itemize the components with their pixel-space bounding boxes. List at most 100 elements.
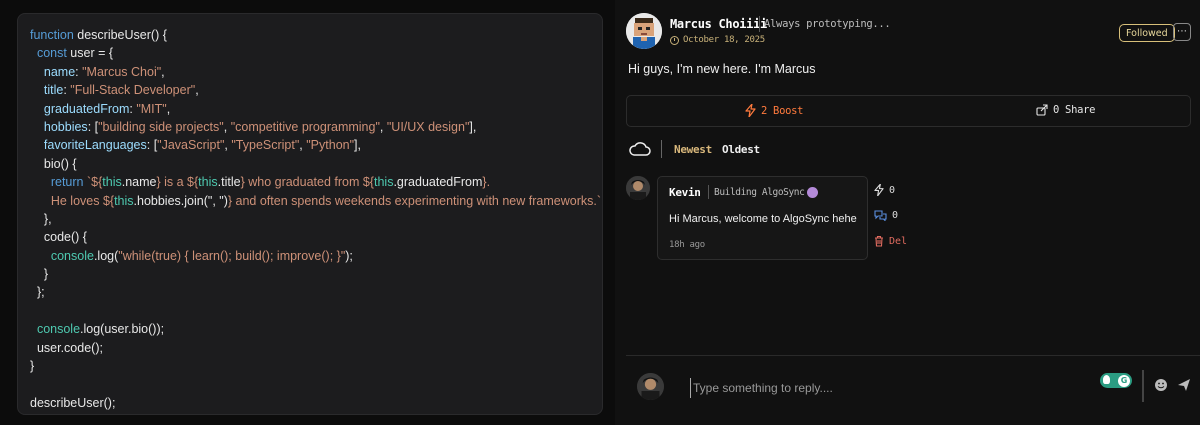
code-token: "UI/UX design" bbox=[386, 119, 470, 134]
post-author-tagline: Always prototyping... bbox=[764, 18, 891, 30]
more-options-button[interactable]: ⋯ bbox=[1173, 23, 1191, 41]
code-token: user.code(); bbox=[30, 340, 103, 355]
comment-card: Kevin Building AlgoSync Hi Marcus, welco… bbox=[657, 176, 868, 260]
share-button[interactable]: 0 Share bbox=[1036, 104, 1095, 116]
code-line: name: "Marcus Choi", bbox=[30, 63, 590, 81]
code-line: title: "Full-Stack Developer", bbox=[30, 81, 590, 99]
code-token: hobbies bbox=[30, 119, 88, 134]
post-date: October 18, 2025 bbox=[670, 35, 765, 45]
code-token: "MIT" bbox=[136, 101, 167, 116]
code-line: He loves ${this.hobbies.join(", ")} and … bbox=[30, 192, 602, 210]
code-token: ); bbox=[345, 248, 353, 263]
lightbulb-icon bbox=[1103, 375, 1110, 384]
user-photo-icon bbox=[637, 373, 664, 400]
code-token: title bbox=[30, 83, 64, 98]
code-line: }; bbox=[30, 283, 590, 301]
code-token: ], bbox=[469, 119, 477, 134]
reply-divider-vertical bbox=[1142, 370, 1144, 402]
code-token: this bbox=[198, 175, 218, 190]
code-token: "JavaScript" bbox=[157, 138, 225, 153]
code-token: } is a ${ bbox=[156, 175, 199, 190]
code-token: () { bbox=[71, 230, 87, 245]
code-line: favoriteLanguages: ["JavaScript", "TypeS… bbox=[30, 136, 590, 154]
grammarly-badge[interactable]: G bbox=[1100, 373, 1132, 388]
comment-tagline-text: Building AlgoSync bbox=[714, 187, 805, 198]
current-user-avatar[interactable] bbox=[637, 373, 664, 400]
emoji-picker-icon[interactable] bbox=[1154, 378, 1168, 392]
code-token: describeUser bbox=[77, 28, 151, 42]
comment-time: 18h ago bbox=[669, 240, 705, 250]
trash-icon bbox=[875, 235, 883, 247]
share-label: 0 Share bbox=[1053, 104, 1096, 116]
comment-author-avatar[interactable] bbox=[626, 176, 650, 200]
code-token: user = { bbox=[70, 46, 114, 61]
comment-boost-button[interactable]: 0 bbox=[874, 184, 895, 196]
share-icon bbox=[1036, 104, 1048, 116]
comment-author-tagline: Building AlgoSync bbox=[714, 187, 819, 198]
sort-newest-tab[interactable]: Newest bbox=[674, 143, 712, 156]
comment-author-name[interactable]: Kevin bbox=[669, 186, 701, 199]
author-divider bbox=[759, 16, 760, 32]
code-token: "building side projects" bbox=[98, 119, 224, 134]
code-token: () { bbox=[150, 28, 167, 42]
sort-oldest-tab[interactable]: Oldest bbox=[722, 143, 760, 156]
post-author-name[interactable]: Marcus Choiiii bbox=[670, 17, 767, 31]
code-token: code bbox=[30, 230, 71, 245]
reply-divider bbox=[626, 355, 1200, 356]
code-token: "Full-Stack Developer" bbox=[70, 83, 196, 98]
code-token: , bbox=[379, 119, 387, 134]
code-token: , bbox=[223, 119, 231, 134]
code-token: .title bbox=[217, 175, 241, 190]
followed-button[interactable]: Followed bbox=[1119, 24, 1175, 42]
code-token: graduatedFrom bbox=[30, 101, 130, 116]
code-block: function describeUser() { const user = {… bbox=[17, 13, 603, 415]
clock-icon bbox=[670, 35, 679, 45]
comment-boost-count: 0 bbox=[889, 184, 896, 196]
code-area: function describeUser() { const user = {… bbox=[0, 0, 615, 425]
lightning-icon bbox=[874, 184, 884, 196]
cloud-icon[interactable] bbox=[629, 141, 651, 157]
code-token: : [ bbox=[87, 119, 99, 134]
code-token: this bbox=[102, 175, 122, 190]
code-token: return bbox=[30, 175, 87, 190]
boost-label: 2 Boost bbox=[761, 104, 804, 117]
sort-divider bbox=[661, 140, 662, 158]
post-action-bar: 2 Boost 0 Share bbox=[626, 95, 1191, 127]
code-line: console.log(user.bio()); bbox=[30, 320, 590, 338]
boost-button[interactable]: 2 Boost bbox=[745, 104, 803, 117]
code-token: .name bbox=[121, 175, 157, 190]
code-token: } and often spends weekends experimentin… bbox=[227, 193, 601, 208]
code-token: console bbox=[30, 248, 94, 263]
code-token: }. bbox=[482, 175, 491, 190]
emoji-icon bbox=[807, 187, 819, 198]
code-line: }, bbox=[30, 210, 590, 228]
code-token: bio bbox=[30, 156, 61, 171]
reply-input[interactable] bbox=[690, 378, 1105, 398]
code-token: name bbox=[30, 64, 76, 79]
post-author-avatar[interactable] bbox=[626, 13, 662, 49]
send-icon[interactable] bbox=[1177, 378, 1191, 392]
code-line: code() { bbox=[30, 228, 590, 246]
code-token: }, bbox=[30, 211, 52, 226]
code-token: , bbox=[166, 101, 171, 116]
code-line: const user = { bbox=[30, 44, 590, 62]
post-content: Hi guys, I'm new here. I'm Marcus bbox=[628, 62, 816, 76]
code-token: .log( bbox=[93, 248, 119, 263]
code-token: describeUser(); bbox=[30, 395, 116, 410]
code-token: "TypeScript" bbox=[231, 138, 300, 153]
comment-delete-button[interactable]: Del bbox=[874, 235, 907, 247]
code-token: : [ bbox=[146, 138, 158, 153]
code-line: describeUser(); bbox=[30, 394, 590, 412]
code-token: "Marcus Choi" bbox=[82, 64, 162, 79]
code-token: "Python" bbox=[306, 138, 355, 153]
code-token: .log(user.bio()); bbox=[80, 322, 165, 337]
code-token: , bbox=[195, 83, 199, 98]
code-line: graduatedFrom: "MIT", bbox=[30, 100, 590, 118]
code-token: .hobbies.join(", ") bbox=[133, 193, 228, 208]
code-token: } bbox=[30, 267, 49, 282]
pixel-avatar-icon bbox=[626, 13, 662, 49]
comment-reply-button[interactable]: 0 bbox=[874, 210, 898, 221]
code-token: .graduatedFrom bbox=[393, 175, 483, 190]
